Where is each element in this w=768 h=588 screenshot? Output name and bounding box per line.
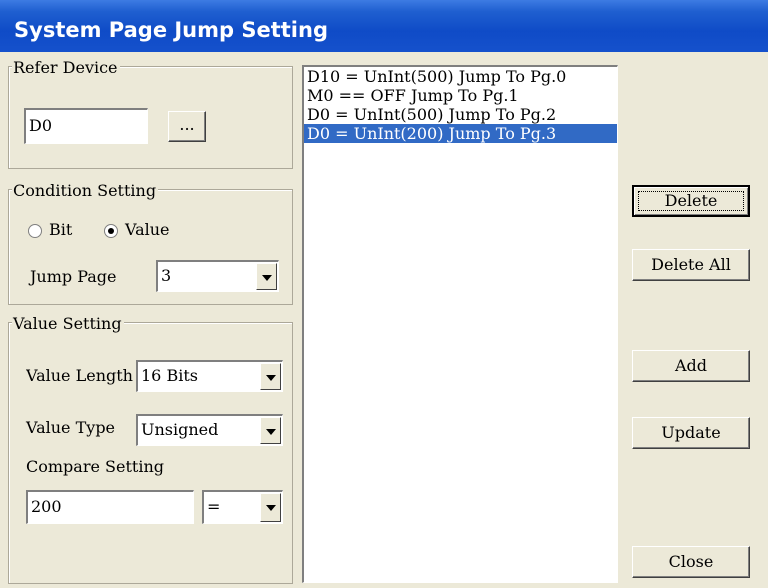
value-type-label: Value Type (26, 418, 116, 437)
focus-rect (638, 191, 744, 211)
compare-value-input[interactable]: 200 (26, 490, 194, 524)
refer-device-input[interactable]: D0 (24, 108, 148, 144)
bit-radio[interactable] (28, 224, 42, 238)
list-item[interactable]: D10 = UnInt(500) Jump To Pg.0 (304, 67, 617, 86)
chevron-down-icon[interactable] (260, 363, 281, 390)
compare-operator-select[interactable]: = (202, 490, 283, 524)
delete-button[interactable]: Delete (632, 185, 750, 217)
system-page-jump-dialog: System Page Jump Setting Refer Device D0… (0, 0, 768, 588)
list-item[interactable]: D0 = UnInt(500) Jump To Pg.2 (304, 105, 617, 124)
list-item[interactable]: D0 = UnInt(200) Jump To Pg.3 (304, 124, 617, 143)
browse-device-button[interactable]: ... (168, 111, 206, 142)
refer-device-value: D0 (29, 116, 53, 135)
condition-setting-legend: Condition Setting (12, 181, 159, 200)
jump-page-select[interactable]: 3 (156, 260, 279, 292)
chevron-down-icon[interactable] (260, 417, 281, 444)
value-radio-label: Value (125, 220, 170, 239)
value-setting-legend: Value Setting (12, 314, 124, 333)
compare-value: 200 (31, 497, 62, 516)
value-type-value: Unsigned (141, 420, 219, 439)
list-item[interactable]: M0 == OFF Jump To Pg.1 (304, 86, 617, 105)
value-type-select[interactable]: Unsigned (136, 414, 283, 446)
add-button[interactable]: Add (632, 350, 750, 382)
refer-device-legend: Refer Device (12, 58, 120, 77)
close-button[interactable]: Close (632, 546, 750, 578)
delete-all-button[interactable]: Delete All (632, 249, 750, 281)
value-length-select[interactable]: 16 Bits (136, 360, 283, 392)
compare-setting-label: Compare Setting (26, 457, 164, 476)
jump-condition-list[interactable]: D10 = UnInt(500) Jump To Pg.0 M0 == OFF J… (302, 65, 618, 583)
chevron-down-icon[interactable] (256, 263, 277, 290)
value-length-value: 16 Bits (141, 366, 198, 385)
chevron-down-icon[interactable] (260, 493, 281, 522)
jump-page-label: Jump Page (30, 267, 117, 286)
value-length-label: Value Length (26, 366, 133, 385)
compare-operator-value: = (207, 497, 221, 516)
title-bar[interactable]: System Page Jump Setting (0, 0, 768, 52)
value-length-label-clip: Value Length (26, 366, 136, 388)
window-title: System Page Jump Setting (14, 18, 328, 42)
bit-radio-label: Bit (49, 220, 73, 239)
update-button[interactable]: Update (632, 417, 750, 449)
value-radio[interactable] (104, 224, 118, 238)
jump-page-value: 3 (161, 266, 172, 285)
